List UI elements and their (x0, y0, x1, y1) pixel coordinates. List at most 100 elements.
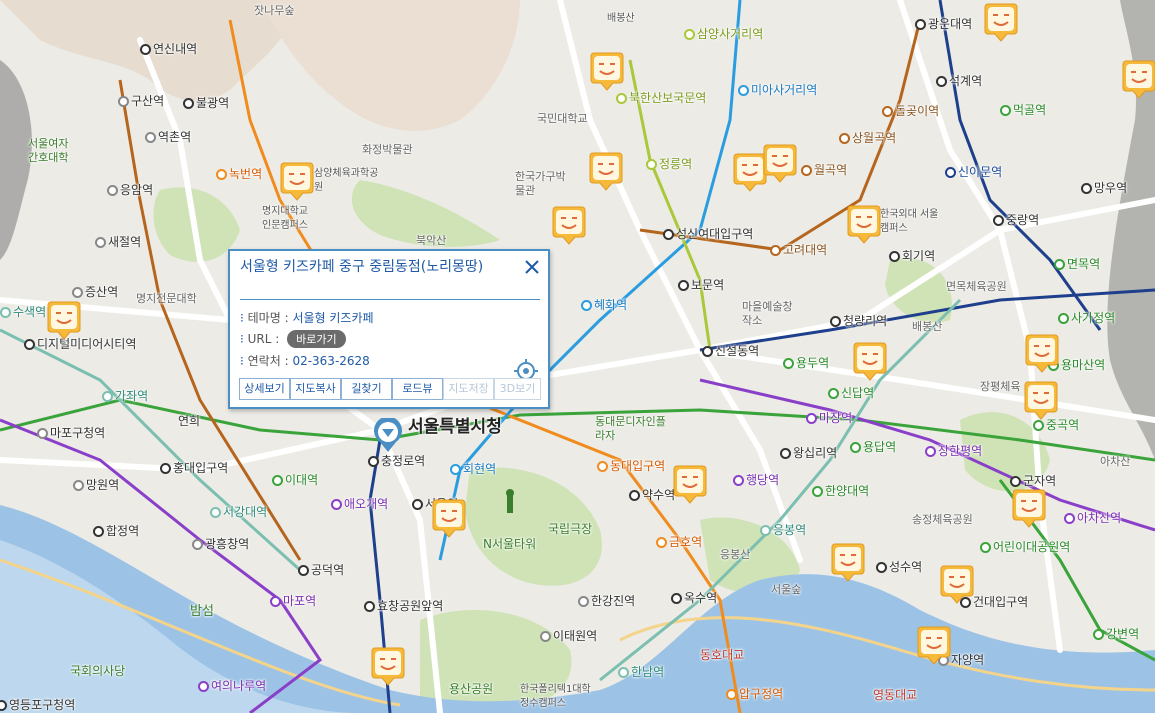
station-label[interactable]: 마장역 (806, 411, 852, 425)
station-label[interactable]: 마포역 (270, 594, 316, 608)
station-label[interactable]: 정릉역 (646, 157, 692, 171)
station-label[interactable]: 행당역 (733, 473, 779, 487)
station-label[interactable]: 증산역 (72, 285, 118, 299)
kids-cafe-marker[interactable] (940, 565, 974, 605)
station-label[interactable]: 수색역 (0, 305, 46, 319)
roadview-button[interactable]: 로드뷰 (392, 378, 443, 400)
kids-cafe-marker[interactable] (1024, 381, 1058, 421)
station-label[interactable]: 응봉역 (760, 523, 806, 537)
station-label[interactable]: 회현역 (450, 462, 496, 476)
station-label[interactable]: 금호역 (656, 535, 702, 549)
station-label[interactable]: 합정역 (93, 524, 139, 538)
kids-cafe-marker[interactable] (280, 162, 314, 202)
kids-cafe-marker[interactable] (1025, 334, 1059, 374)
station-label[interactable]: 약수역 (629, 488, 675, 502)
station-label[interactable]: 영등포구청역 (0, 698, 75, 712)
station-label[interactable]: 한남역 (618, 665, 664, 679)
station-label[interactable]: 역촌역 (145, 130, 191, 144)
station-label[interactable]: 신답역 (828, 386, 874, 400)
station-label[interactable]: 먹골역 (1000, 103, 1046, 117)
copy-map-button[interactable]: 지도복사 (290, 378, 341, 400)
station-label[interactable]: 새절역 (95, 235, 141, 249)
station-label[interactable]: 불광역 (183, 96, 229, 110)
location-pin-icon[interactable] (372, 416, 404, 454)
station-label[interactable]: 효창공원앞역 (364, 599, 443, 613)
phone-value[interactable]: 02-363-2628 (292, 354, 369, 368)
station-label[interactable]: 청량리역 (830, 314, 887, 328)
detail-button[interactable]: 상세보기 (239, 378, 290, 400)
station-label[interactable]: 성수역 (876, 560, 922, 574)
kids-cafe-marker[interactable] (733, 153, 767, 193)
station-label[interactable]: 면목역 (1054, 257, 1100, 271)
station-label[interactable]: 고려대역 (770, 243, 827, 257)
kids-cafe-marker[interactable] (432, 499, 466, 539)
station-label[interactable]: 충정로역 (368, 454, 425, 468)
station-label[interactable]: 왕십리역 (780, 446, 837, 460)
station-label[interactable]: 신설동역 (702, 344, 759, 358)
kids-cafe-marker[interactable] (552, 206, 586, 246)
station-label[interactable]: 석계역 (936, 74, 982, 88)
station-label[interactable]: 응암역 (107, 183, 153, 197)
station-label[interactable]: 마포구청역 (37, 426, 105, 440)
kids-cafe-marker[interactable] (984, 3, 1018, 43)
station-label[interactable]: 녹번역 (216, 167, 262, 181)
station-label[interactable]: 동대입구역 (597, 459, 665, 473)
station-label[interactable]: 서강대역 (210, 505, 267, 519)
station-label[interactable]: 삼양사거리역 (684, 27, 763, 41)
station-label[interactable]: 망원역 (73, 478, 119, 492)
station-label[interactable]: 옥수역 (671, 591, 717, 605)
station-label[interactable]: 애오개역 (331, 497, 388, 511)
station-label[interactable]: 상월곡역 (839, 131, 896, 145)
station-label[interactable]: 강변역 (1093, 627, 1139, 641)
station-label[interactable]: 가좌역 (102, 389, 148, 403)
station-label[interactable]: 용두역 (783, 356, 829, 370)
directions-button[interactable]: 길찾기 (341, 378, 392, 400)
station-label[interactable]: 월곡역 (801, 163, 847, 177)
station-label[interactable]: 압구정역 (726, 687, 783, 701)
station-label[interactable]: 홍대입구역 (160, 461, 228, 475)
kids-cafe-marker[interactable] (847, 205, 881, 245)
kids-cafe-marker[interactable] (853, 342, 887, 382)
station-label[interactable]: 한강진역 (578, 594, 635, 608)
kids-cafe-marker[interactable] (673, 465, 707, 505)
station-label[interactable]: 한양대역 (812, 484, 869, 498)
station-label[interactable]: 회기역 (889, 249, 935, 263)
url-link-button[interactable]: 바로가기 (287, 330, 346, 348)
kids-cafe-marker[interactable] (589, 152, 623, 192)
station-label[interactable]: 광흥창역 (192, 537, 249, 551)
station-label[interactable]: 아차산역 (1064, 511, 1121, 525)
station-label[interactable]: 북한산보국문역 (616, 91, 706, 105)
place-label: 응봉산 (720, 548, 751, 561)
station-label[interactable]: 보문역 (678, 278, 724, 292)
station-label[interactable]: 미아사거리역 (738, 83, 817, 97)
station-label[interactable]: 혜화역 (581, 298, 627, 312)
kids-cafe-marker[interactable] (831, 543, 865, 583)
station-label[interactable]: 사가정역 (1058, 311, 1115, 325)
place-label: 국립극장 (548, 522, 593, 536)
station-label[interactable]: 장한평역 (925, 444, 982, 458)
station-label[interactable]: 성신여대입구역 (663, 227, 753, 241)
station-label[interactable]: 돌곶이역 (882, 104, 939, 118)
kids-cafe-marker[interactable] (917, 626, 951, 666)
close-icon[interactable] (524, 259, 540, 275)
station-label[interactable]: 여의나루역 (198, 679, 266, 693)
station-label[interactable]: 공덕역 (298, 563, 344, 577)
station-label[interactable]: 중랑역 (993, 213, 1039, 227)
station-label[interactable]: 용답역 (850, 440, 896, 454)
station-label[interactable]: 군자역 (1010, 474, 1056, 488)
station-label[interactable]: 이태원역 (540, 629, 597, 643)
station-label[interactable]: 광운대역 (915, 17, 972, 31)
station-label[interactable]: 이대역 (272, 473, 318, 487)
station-label[interactable]: 구산역 (118, 94, 164, 108)
station-label[interactable]: 신이문역 (945, 165, 1002, 179)
kids-cafe-marker[interactable] (763, 144, 797, 184)
kids-cafe-marker[interactable] (1012, 489, 1046, 529)
station-label[interactable]: 망우역 (1081, 181, 1127, 195)
map-canvas[interactable]: 연신내역 불광역 구산역 역촌역 응암역 새절역 증산역 녹번역 디지털미디어시… (0, 0, 1155, 713)
kids-cafe-marker[interactable] (371, 647, 405, 687)
kids-cafe-marker[interactable] (590, 52, 624, 92)
station-label[interactable]: 어린이대공원역 (980, 540, 1070, 554)
kids-cafe-marker[interactable] (47, 301, 81, 341)
kids-cafe-marker[interactable] (1122, 60, 1155, 100)
station-label[interactable]: 연신내역 (140, 42, 197, 56)
